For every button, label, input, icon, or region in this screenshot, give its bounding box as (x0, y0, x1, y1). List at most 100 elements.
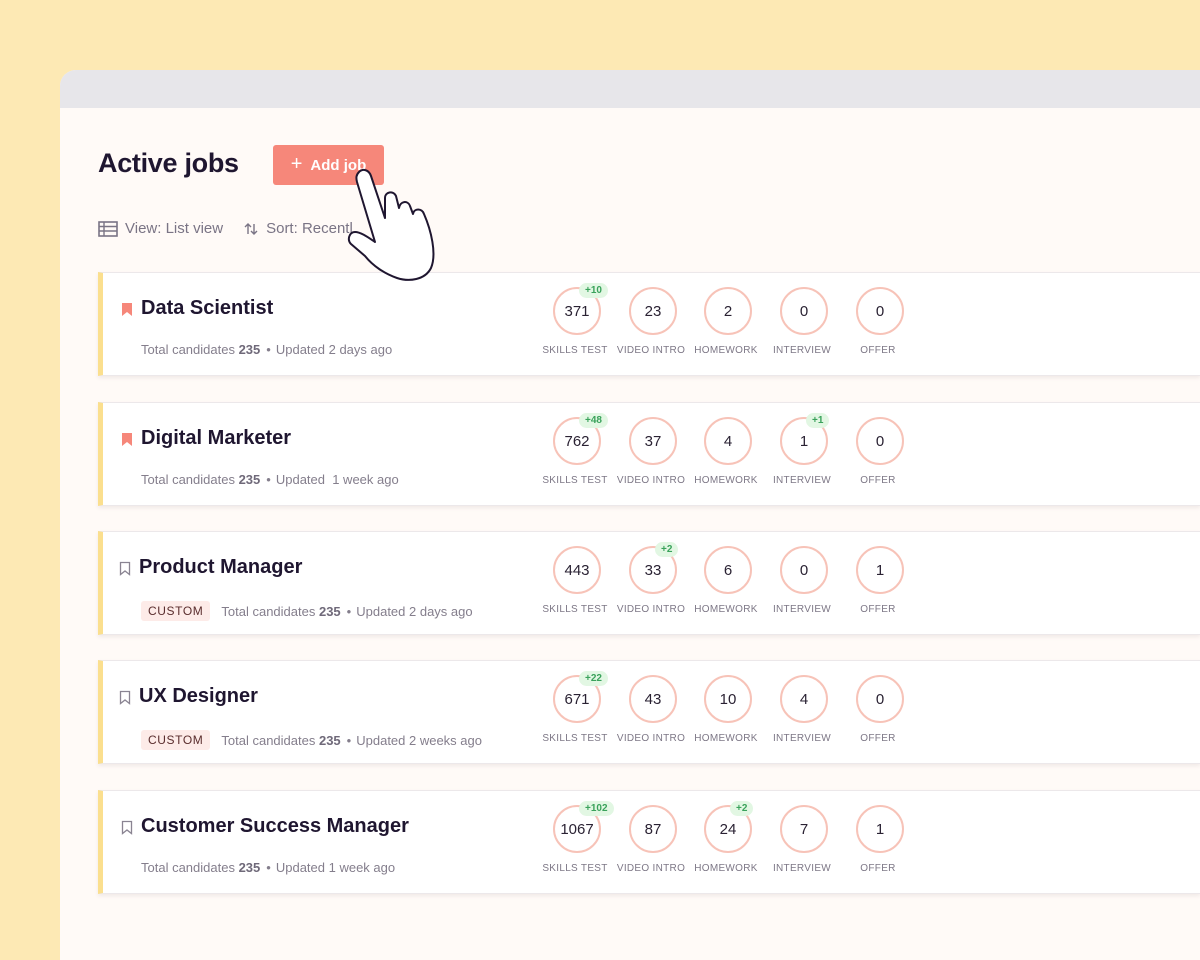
job-card[interactable]: UX Designer CUSTOM Total candidates 235 • Up… (98, 660, 1200, 764)
stage-count: 2 (704, 287, 752, 335)
stage-label: OFFER (860, 863, 896, 874)
stage-count: 1 (856, 546, 904, 594)
total-candidates-count: 235 (318, 732, 341, 748)
stage-delta-badge: +10 (579, 283, 608, 298)
stage-count: 0 (856, 675, 904, 723)
stage-label: OFFER (860, 604, 896, 615)
total-candidates-label: Total candidates (221, 732, 316, 748)
list-toolbar: View: List view Sort: Recentl (98, 220, 353, 237)
total-candidates-label: Total candidates (141, 860, 235, 875)
list-view-icon (98, 220, 118, 237)
add-job-button[interactable]: + Add job (273, 145, 384, 185)
pipeline-stages: 762 +48 SKILLS TEST 37 VIDEO INTRO 4 HOM… (539, 413, 919, 497)
stage-label: OFFER (860, 345, 896, 356)
pipeline-stage[interactable]: 1 +1 INTERVIEW (766, 413, 842, 497)
total-candidates-label: Total candidates (141, 472, 235, 487)
stage-delta-badge: +48 (579, 413, 608, 428)
stage-count: 4 (780, 675, 828, 723)
stage-delta-badge: +2 (730, 801, 754, 816)
stage-label: OFFER (860, 733, 896, 744)
pipeline-stages: 443 SKILLS TEST 33 +2 VIDEO INTRO 6 HOME… (539, 542, 919, 626)
job-card[interactable]: Digital Marketer Total candidates 235 • Upd… (98, 402, 1200, 506)
job-title[interactable]: UX Designer (139, 685, 258, 708)
updated-text: Updated 1 week ago (275, 472, 399, 487)
pipeline-stage[interactable]: 2 HOMEWORK (690, 287, 766, 367)
total-candidates-count: 235 (238, 860, 261, 875)
pipeline-stage[interactable]: 1067 +102 SKILLS TEST (539, 801, 615, 885)
bookmark-icon[interactable] (121, 302, 133, 322)
pipeline-stage[interactable]: 0 OFFER (842, 675, 918, 755)
stage-count: 23 (629, 287, 677, 335)
custom-badge: CUSTOM (141, 601, 211, 621)
stage-count: 6 (704, 546, 752, 594)
total-candidates-count: 235 (318, 603, 341, 619)
total-candidates-label: Total candidates (141, 342, 235, 357)
job-title[interactable]: Digital Marketer (141, 427, 291, 450)
job-meta: Total candidates 235 • Updated 1 week ago (141, 860, 396, 875)
pipeline-stage[interactable]: 0 OFFER (842, 287, 918, 367)
updated-text: Updated 2 days ago (356, 603, 473, 619)
total-candidates-count: 235 (238, 472, 261, 487)
stage-delta-badge: +2 (655, 542, 679, 557)
sort-selector[interactable]: Sort: Recentl (243, 220, 353, 237)
pipeline-stage[interactable]: 671 +22 SKILLS TEST (539, 671, 615, 755)
job-card[interactable]: Product Manager CUSTOM Total candidates 23… (98, 531, 1200, 635)
pipeline-stage[interactable]: 4 HOMEWORK (690, 417, 766, 497)
bookmark-icon[interactable] (119, 690, 131, 710)
stage-label: OFFER (860, 475, 896, 486)
pipeline-stage[interactable]: 7 INTERVIEW (766, 805, 842, 885)
stage-count: 0 (780, 287, 828, 335)
app-window: Active jobs + Add job View: List view So… (60, 70, 1200, 960)
bookmark-icon[interactable] (121, 820, 133, 840)
pipeline-stage[interactable]: 762 +48 SKILLS TEST (539, 413, 615, 497)
updated-text: Updated 2 weeks ago (356, 732, 482, 748)
stage-count: 43 (629, 675, 677, 723)
stage-delta-badge: +22 (579, 671, 608, 686)
stage-count: 10 (704, 675, 752, 723)
pipeline-stage[interactable]: 371 +10 SKILLS TEST (539, 283, 615, 367)
view-selector-label: View: List view (125, 220, 224, 237)
pipeline-stage[interactable]: 6 HOMEWORK (690, 546, 766, 626)
pipeline-stages: 371 +10 SKILLS TEST 23 VIDEO INTRO 2 HOM… (539, 283, 919, 367)
custom-badge: CUSTOM (141, 730, 211, 750)
pipeline-stage[interactable]: 443 SKILLS TEST (539, 546, 615, 626)
stage-count: 37 (629, 417, 677, 465)
updated-text: Updated 1 week ago (275, 860, 396, 875)
pipeline-stage[interactable]: 1 OFFER (842, 546, 918, 626)
pipeline-stage[interactable]: 1 OFFER (842, 805, 918, 885)
pipeline-stage[interactable]: 10 HOMEWORK (690, 675, 766, 755)
pipeline-stage[interactable]: 0 INTERVIEW (766, 546, 842, 626)
pipeline-stage[interactable]: 24 +2 HOMEWORK (690, 801, 766, 885)
pipeline-stage[interactable]: 0 INTERVIEW (766, 287, 842, 367)
pipeline-stage[interactable]: 0 OFFER (842, 417, 918, 497)
plus-icon: + (290, 153, 303, 175)
stage-delta-badge: +1 (806, 413, 830, 428)
sort-selector-label: Sort: Recentl (266, 220, 353, 237)
job-meta: Total candidates 235 • Updated 2 days ago (141, 342, 393, 357)
updated-text: Updated 2 days ago (275, 342, 393, 357)
job-meta: CUSTOM Total candidates 235 • Updated 2 day… (141, 601, 473, 621)
job-card[interactable]: Data Scientist Total candidates 235 • Updat… (98, 272, 1200, 376)
bookmark-icon[interactable] (121, 432, 133, 452)
stage-count: 7 (780, 805, 828, 853)
job-title[interactable]: Data Scientist (141, 297, 273, 320)
sort-icon (244, 222, 258, 235)
total-candidates-count: 235 (238, 342, 261, 357)
pipeline-stage[interactable]: 4 INTERVIEW (766, 675, 842, 755)
add-job-label: Add job (310, 156, 367, 174)
view-selector[interactable]: View: List view (98, 220, 223, 237)
job-title[interactable]: Customer Success Manager (141, 815, 409, 838)
job-meta: CUSTOM Total candidates 235 • Updated 2 wee… (141, 730, 482, 750)
job-title[interactable]: Product Manager (139, 556, 302, 579)
stage-count: 0 (780, 546, 828, 594)
stage-count: 443 (553, 546, 601, 594)
stage-count: 87 (629, 805, 677, 853)
pipeline-stages: 671 +22 SKILLS TEST 43 VIDEO INTRO 10 HO… (539, 671, 919, 755)
pipeline-stages: 1067 +102 SKILLS TEST 87 VIDEO INTRO 24 … (539, 801, 919, 885)
bookmark-icon[interactable] (119, 561, 131, 581)
page-title: Active jobs (98, 148, 239, 178)
window-titlebar (60, 70, 1200, 108)
stage-count: 0 (856, 287, 904, 335)
job-card[interactable]: Customer Success Manager Total candidates… (98, 790, 1200, 894)
total-candidates-label: Total candidates (221, 603, 316, 619)
